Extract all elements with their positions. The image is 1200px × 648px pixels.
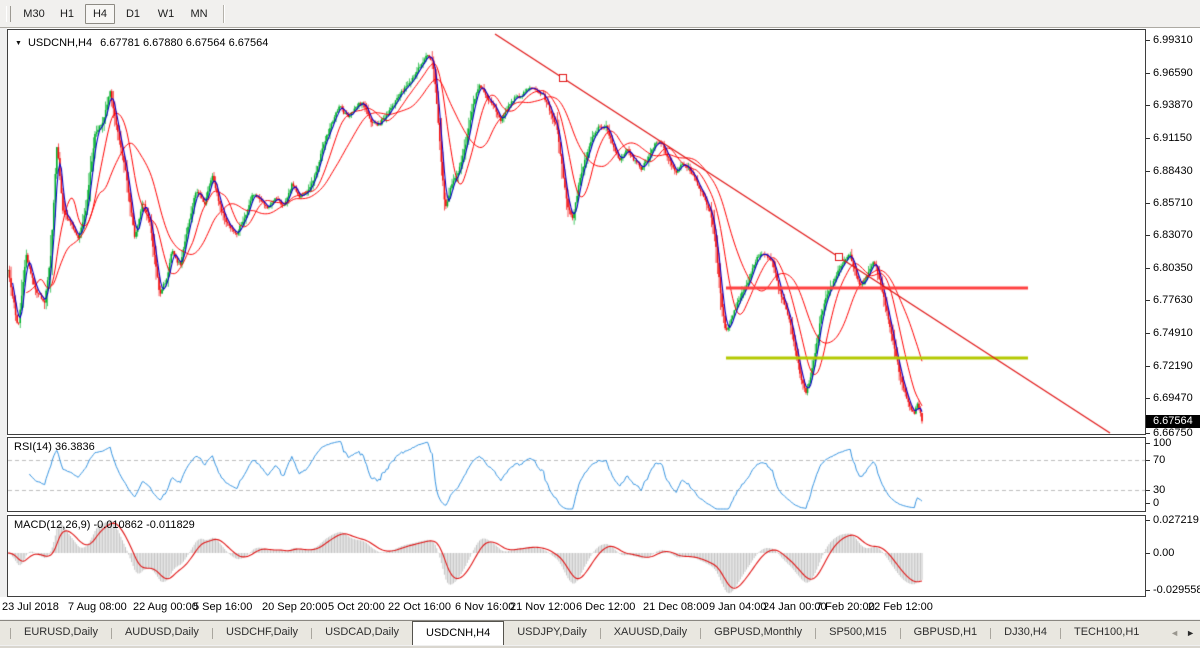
macd-axis-label: -0.029558: [1146, 584, 1200, 596]
tab-xauusd-daily[interactable]: XAUUSD,Daily: [601, 621, 700, 645]
macd-axis-label: 0.027219: [1146, 514, 1199, 526]
price-axis-label: 6.96590: [1146, 67, 1193, 79]
price-axis-label: 6.77630: [1146, 294, 1193, 306]
time-axis-label: 22 Aug 00:00: [133, 601, 198, 613]
timeframe-m30-button[interactable]: M30: [19, 4, 49, 24]
tab-dj30-h4[interactable]: DJ30,H4: [991, 621, 1060, 645]
macd-label: MACD(12,26,9) -0.010862 -0.011829: [14, 519, 195, 531]
time-axis-label: 5 Sep 16:00: [193, 601, 252, 613]
ohlc-readout: 6.67781 6.67880 6.67564 6.67564: [100, 37, 268, 49]
rsi-axis-label: 0: [1146, 497, 1159, 509]
timeframe-mn-button[interactable]: MN: [184, 4, 214, 24]
rsi-panel: RSI(14) 36.3836: [7, 437, 1146, 512]
rsi-canvas[interactable]: [8, 438, 1145, 511]
price-axis-label: 6.91150: [1146, 132, 1192, 144]
price-axis-label: 6.99310: [1146, 34, 1193, 46]
rsi-axis-label: 30: [1146, 484, 1165, 496]
rsi-axis-label: 70: [1146, 454, 1165, 466]
time-axis-label: 23 Jul 2018: [2, 601, 59, 613]
time-axis-label: 7 Feb 20:00: [816, 601, 875, 613]
chart-tabbar: EURUSD,Daily AUDUSD,Daily USDCHF,Daily U…: [0, 620, 1200, 645]
time-axis-label: 6 Dec 12:00: [576, 601, 635, 613]
tab-scroll-arrows: ◄ ►: [1170, 621, 1195, 645]
rsi-axis-label: 100: [1146, 437, 1171, 449]
price-axis-label: 6.72190: [1146, 360, 1193, 372]
price-axis-label: 6.93870: [1146, 99, 1193, 111]
time-axis-label: 6 Nov 16:00: [455, 601, 514, 613]
tab-usdchf-daily[interactable]: USDCHF,Daily: [213, 621, 311, 645]
tab-tech100-h1[interactable]: TECH100,H1: [1061, 621, 1152, 645]
rsi-label: RSI(14) 36.3836: [14, 441, 95, 453]
price-axis-label: 6.88430: [1146, 165, 1193, 177]
timeframe-w1-button[interactable]: W1: [151, 4, 181, 24]
current-price-badge: 6.67564: [1146, 415, 1200, 428]
tab-audusd-daily[interactable]: AUDUSD,Daily: [112, 621, 212, 645]
tab-gbpusd-h1[interactable]: GBPUSD,H1: [901, 621, 991, 645]
time-axis-label: 21 Dec 08:00: [643, 601, 708, 613]
tab-scroll-right-icon[interactable]: ►: [1186, 628, 1195, 638]
price-axis-label: 6.85710: [1146, 197, 1193, 209]
tab-usdcad-daily[interactable]: USDCAD,Daily: [312, 621, 412, 645]
price-chart-panel: ▼ USDCNH,H4 6.67781 6.67880 6.67564 6.67…: [7, 29, 1146, 435]
time-axis-label: 20 Sep 20:00: [262, 601, 327, 613]
time-axis-label: 7 Aug 08:00: [68, 601, 127, 613]
time-axis-label: 22 Oct 16:00: [388, 601, 451, 613]
price-axis: 6.99310 6.96590 6.93870 6.91150 6.88430 …: [1146, 29, 1200, 618]
toolbar-grip[interactable]: [6, 6, 11, 22]
left-gutter: [0, 28, 7, 618]
macd-panel: MACD(12,26,9) -0.010862 -0.011829: [7, 515, 1146, 597]
symbol-readout: ▼ USDCNH,H4 6.67781 6.67880 6.67564 6.67…: [15, 37, 268, 49]
chart-symbol-label: USDCNH,H4: [28, 37, 92, 49]
time-axis-label: 9 Jan 04:00: [709, 601, 767, 613]
price-axis-label: 6.80350: [1146, 262, 1193, 274]
timeframe-h1-button[interactable]: H1: [52, 4, 82, 24]
mt4-window: M30 H1 H4 D1 W1 MN ▼ USDCNH,H4 6.67781 6…: [0, 0, 1200, 648]
candlestick-chart-canvas[interactable]: [8, 30, 1145, 434]
toolbar-separator: [223, 5, 224, 23]
price-axis-label: 6.83070: [1146, 229, 1193, 241]
chart-dropdown-icon[interactable]: ▼: [15, 40, 22, 47]
tab-usdcnh-h4[interactable]: USDCNH,H4: [412, 621, 504, 645]
time-axis-label: 5 Oct 20:00: [328, 601, 385, 613]
price-axis-label: 6.74910: [1146, 327, 1193, 339]
timeframe-h4-button[interactable]: H4: [85, 4, 115, 24]
tab-eurusd-daily[interactable]: EURUSD,Daily: [11, 621, 111, 645]
time-axis: 23 Jul 2018 7 Aug 08:00 22 Aug 00:00 5 S…: [0, 597, 1200, 619]
timeframe-d1-button[interactable]: D1: [118, 4, 148, 24]
tab-sp500-m15[interactable]: SP500,M15: [816, 621, 899, 645]
macd-axis-label: 0.00: [1146, 547, 1174, 559]
tab-gbpusd-monthly[interactable]: GBPUSD,Monthly: [701, 621, 815, 645]
time-axis-label: 21 Nov 12:00: [510, 601, 575, 613]
time-axis-label: 22 Feb 12:00: [868, 601, 933, 613]
tab-usdjpy-daily[interactable]: USDJPY,Daily: [504, 621, 600, 645]
tab-scroll-left-icon[interactable]: ◄: [1170, 628, 1179, 638]
price-axis-label: 6.69470: [1146, 392, 1193, 404]
timeframe-toolbar: M30 H1 H4 D1 W1 MN: [0, 0, 1200, 28]
